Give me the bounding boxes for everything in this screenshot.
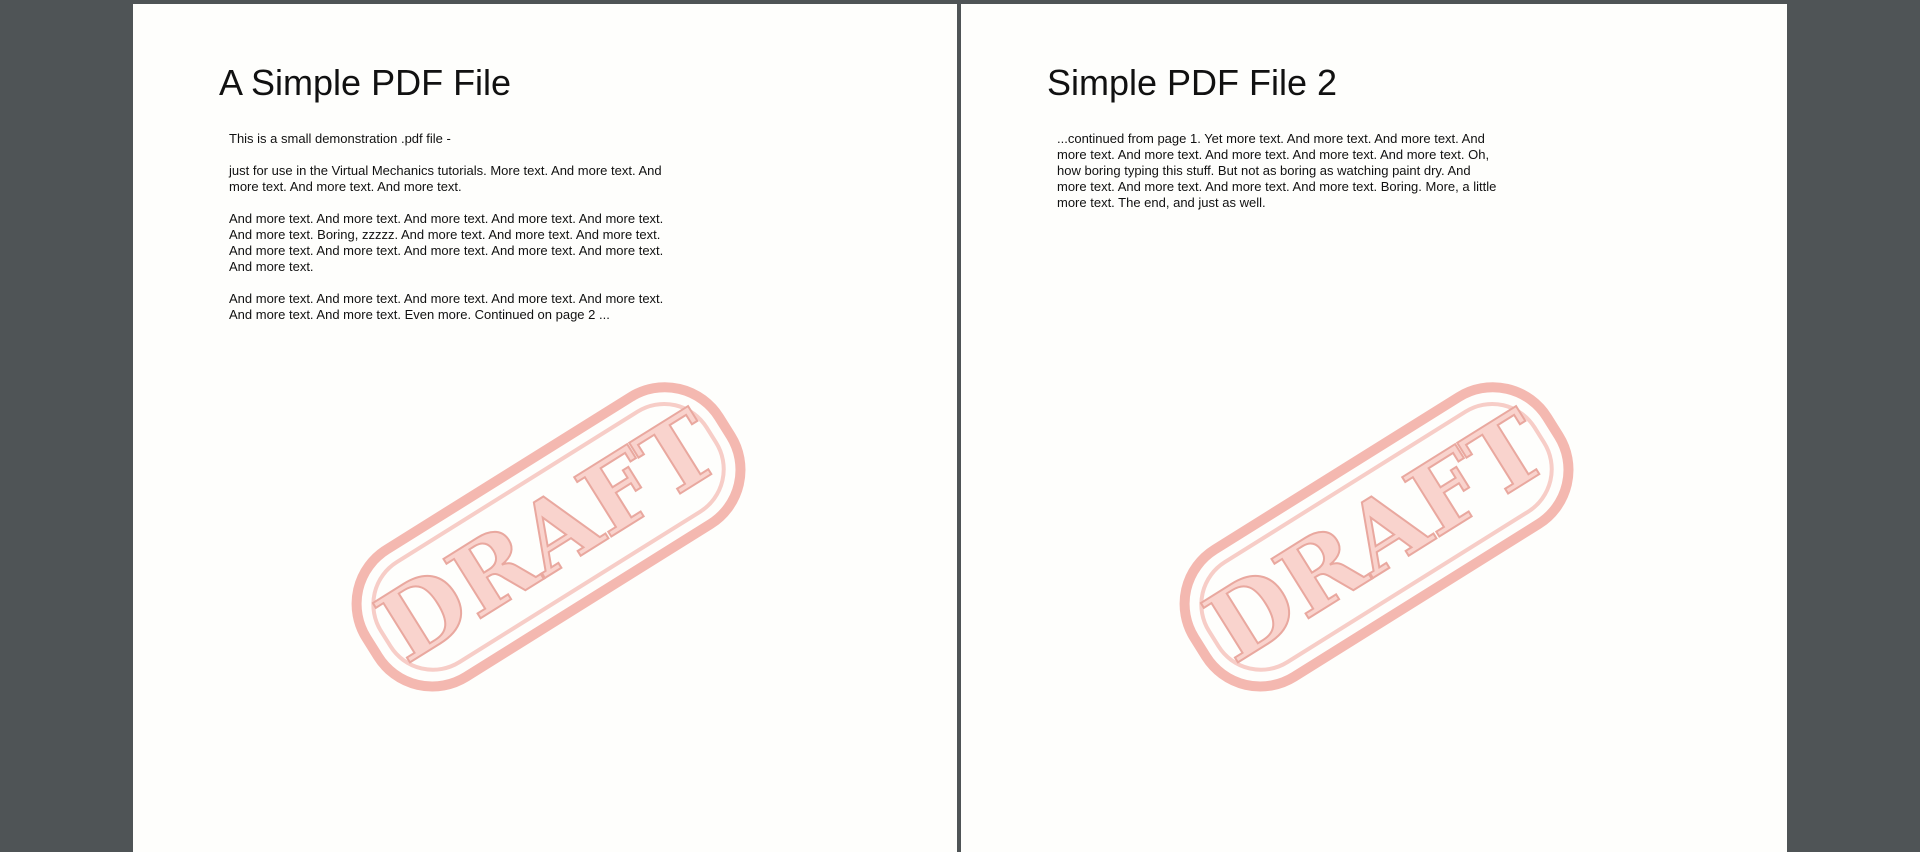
- pdf-page-2: Simple PDF File 2 ...continued from page…: [961, 4, 1787, 852]
- page-title: A Simple PDF File: [219, 62, 512, 103]
- pdf-page-1: A Simple PDF File This is a small demons…: [133, 4, 957, 852]
- draft-stamp-icon: DRAFT: [328, 366, 768, 706]
- page-title: Simple PDF File 2: [1047, 62, 1338, 103]
- draft-stamp-icon: DRAFT: [1156, 366, 1596, 706]
- paragraph: And more text. And more text. And more t…: [229, 291, 664, 322]
- paragraph: This is a small demonstration .pdf file …: [229, 131, 451, 146]
- paragraph: just for use in the Virtual Mechanics tu…: [229, 163, 662, 194]
- paragraph: And more text. And more text. And more t…: [229, 211, 664, 274]
- paragraph: ...continued from page 1. Yet more text.…: [1057, 131, 1497, 210]
- pdf-viewer[interactable]: A Simple PDF File This is a small demons…: [0, 0, 1920, 852]
